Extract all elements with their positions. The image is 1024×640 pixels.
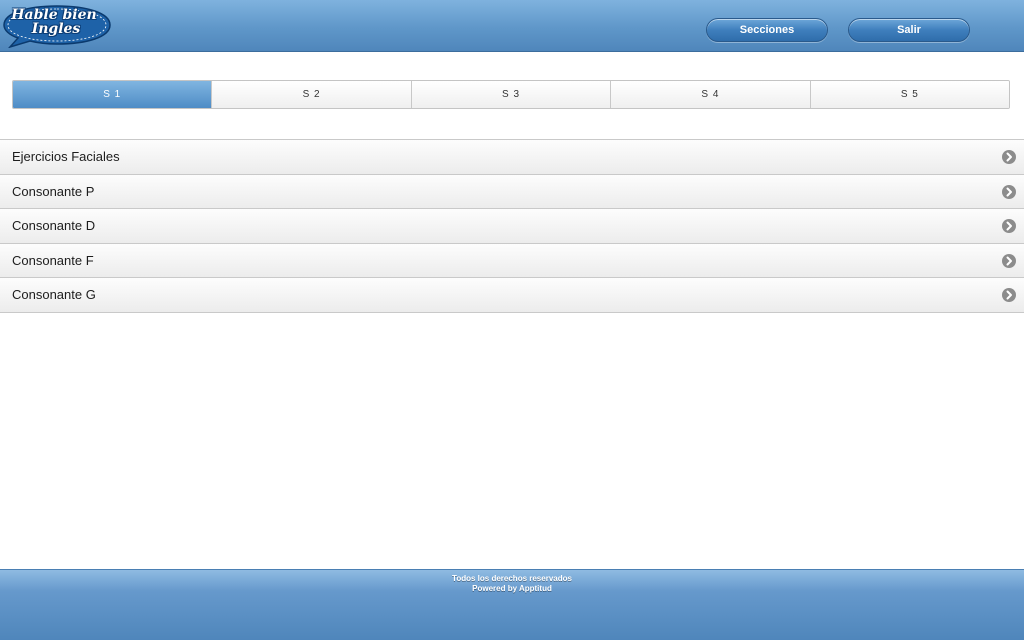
secciones-button[interactable]: Secciones <box>706 18 828 42</box>
list-item-consonante-p[interactable]: Consonante P <box>0 174 1024 209</box>
list-item-label: Ejercicios Faciales <box>12 149 120 164</box>
app-footer: Todos los derechos reservados Powered by… <box>0 569 1024 640</box>
tab-s2[interactable]: S 2 <box>212 81 412 108</box>
list-item-consonante-d[interactable]: Consonante D <box>0 209 1024 244</box>
app-header: Hable bien Ingles Secciones Salir <box>0 0 1024 52</box>
list-item-label: Consonante D <box>12 218 96 233</box>
chevron-right-circle-icon <box>1002 184 1016 199</box>
footer-text: Todos los derechos reservados Powered by… <box>0 574 1024 594</box>
list-item-label: Consonante F <box>12 252 94 268</box>
tab-s3[interactable]: S 3 <box>411 81 612 108</box>
list-item-consonante-f[interactable]: Consonante F <box>0 243 1024 278</box>
app-logo: Hable bien Ingles <box>2 4 112 48</box>
lesson-list: Ejercicios Faciales Consonante P Consona… <box>0 139 1024 313</box>
logo-text: Hable bien Ingles <box>2 8 106 36</box>
list-item-label: Consonante G <box>12 287 96 302</box>
tab-s4[interactable]: S 4 <box>611 81 811 108</box>
chevron-right-circle-icon <box>1002 288 1016 302</box>
chevron-right-circle-icon <box>1002 150 1016 164</box>
list-item-ejercicios-faciales[interactable]: Ejercicios Faciales <box>0 140 1024 175</box>
section-tabs: S 1 S 2 S 3 S 4 S 5 <box>12 80 1010 109</box>
copyright-text: Todos los derechos reservados <box>452 574 572 583</box>
logo-line2: Ingles <box>31 21 81 37</box>
tab-s5[interactable]: S 5 <box>810 81 1009 108</box>
chevron-right-circle-icon <box>1002 253 1016 268</box>
list-item-consonante-g[interactable]: Consonante G <box>0 278 1024 313</box>
chevron-right-circle-icon <box>1002 219 1016 233</box>
salir-button[interactable]: Salir <box>848 18 970 42</box>
list-item-label: Consonante P <box>12 183 95 199</box>
tab-s1[interactable]: S 1 <box>13 81 213 108</box>
powered-by-text: Powered by Apptitud <box>472 584 552 593</box>
